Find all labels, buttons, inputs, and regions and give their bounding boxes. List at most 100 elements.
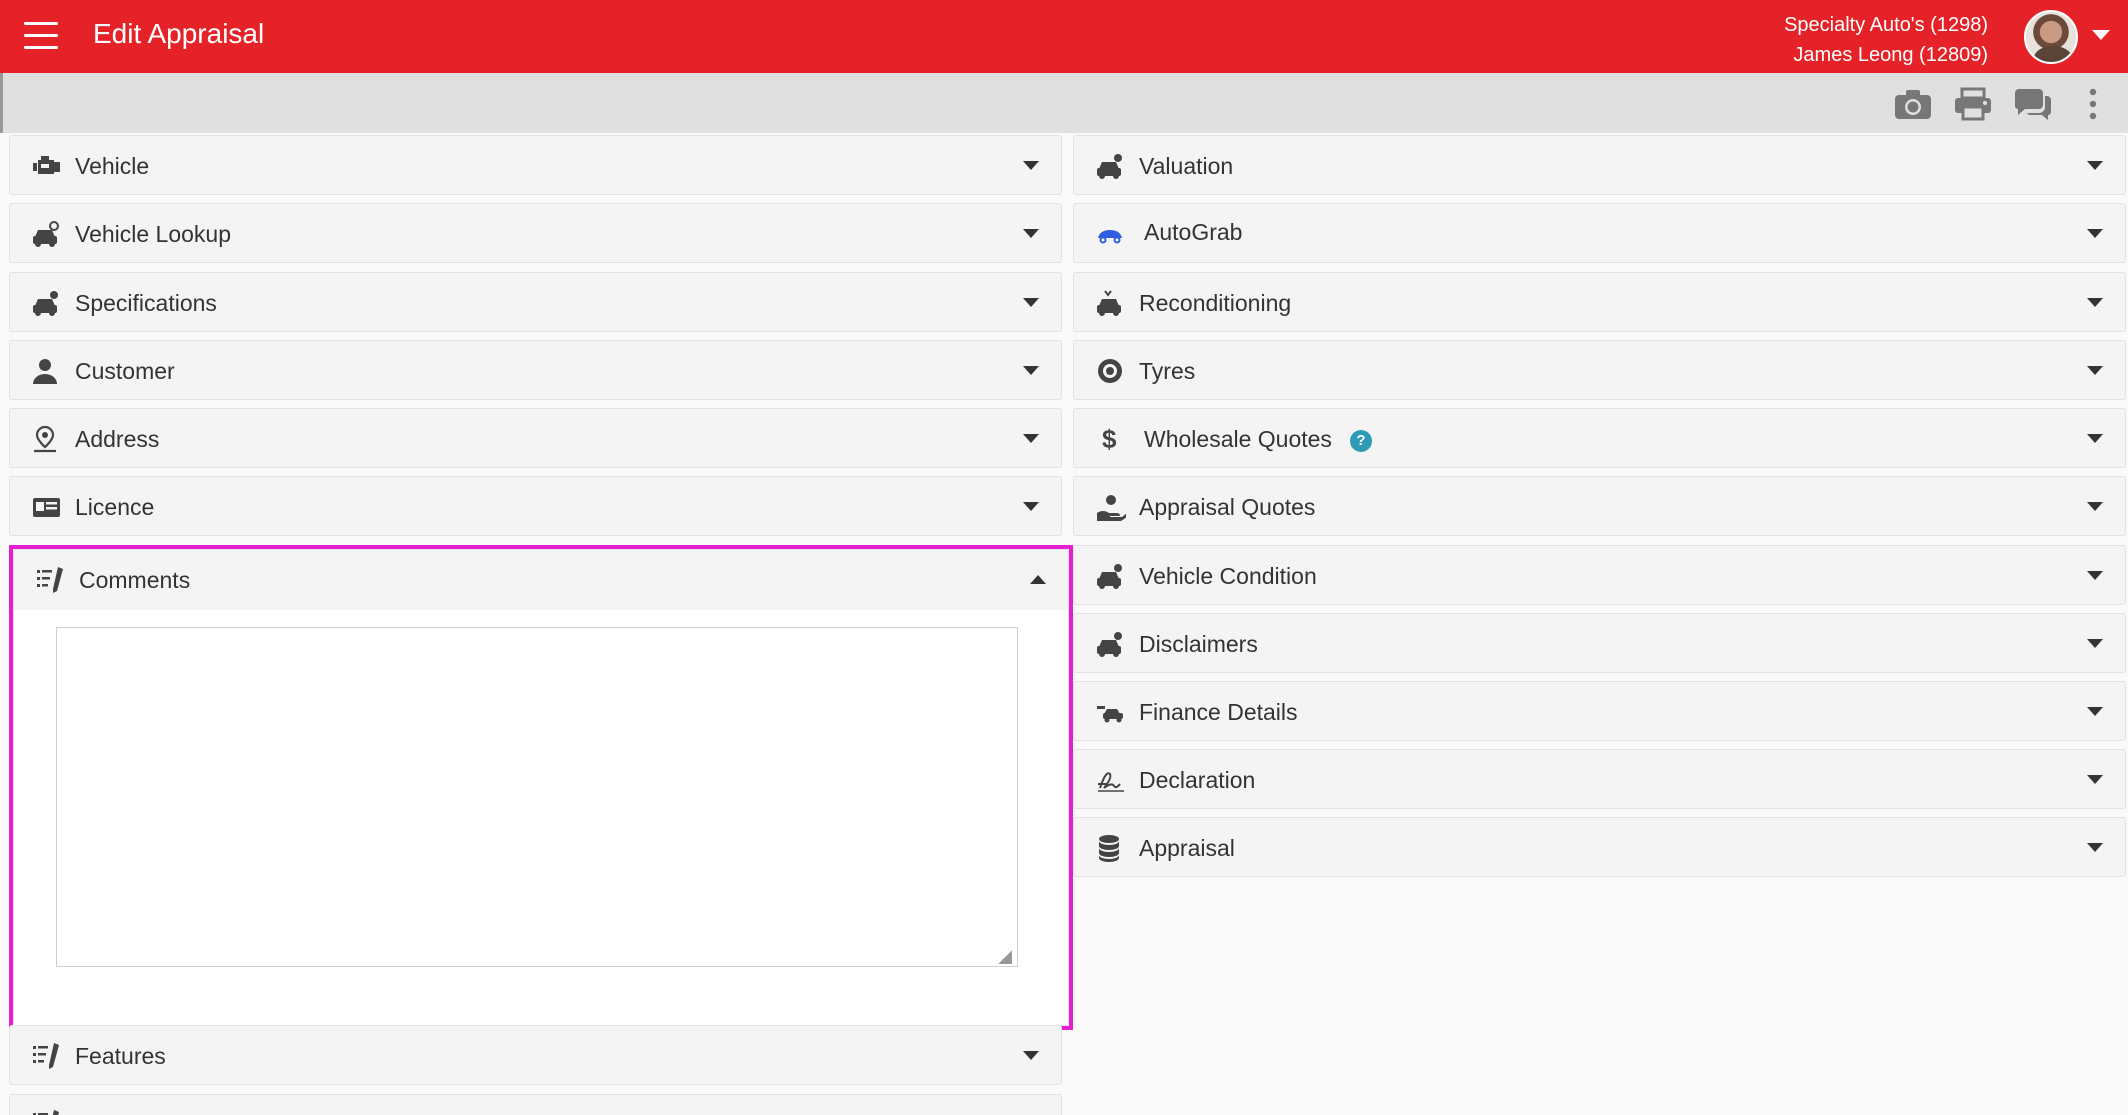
chevron-down-icon — [1023, 161, 1039, 170]
panel-header-vehicle-lookup[interactable]: Vehicle Lookup — [10, 204, 1061, 263]
chevron-down-icon — [2087, 843, 2103, 852]
panel-declaration: Declaration — [1073, 749, 2126, 809]
list-pen-icon — [32, 1109, 62, 1115]
panel-title: Appraisal Quotes — [1139, 494, 1316, 520]
panel-finance-details: Finance Details — [1073, 681, 2126, 741]
car-cog-icon — [32, 289, 62, 317]
panel-title: Declaration — [1139, 767, 1256, 793]
panel-title: Wholesale Quotes? — [1144, 426, 1372, 453]
chevron-down-icon — [2087, 161, 2103, 170]
car-cog-icon — [1096, 562, 1126, 590]
chevron-down-icon — [2087, 639, 2103, 648]
camera-icon[interactable] — [1893, 87, 1933, 121]
toolbar — [0, 73, 2128, 133]
resize-handle-icon[interactable] — [998, 950, 1012, 964]
chat-icon[interactable] — [2013, 87, 2053, 121]
panel-header-appraisal-quotes[interactable]: Appraisal Quotes — [1074, 477, 2125, 536]
panel-appraisal: Appraisal — [1073, 817, 2126, 877]
panel-header-tyres[interactable]: Tyres — [1074, 341, 2125, 400]
panel-title: Disclaimers — [1139, 631, 1258, 657]
page-title: Edit Appraisal — [93, 18, 265, 49]
list-pen-icon — [36, 566, 66, 594]
car-dollar-icon — [1096, 152, 1126, 180]
panel-header-customer[interactable]: Customer — [10, 341, 1061, 400]
car-money-icon — [1096, 698, 1126, 726]
panel-vehicle: Vehicle — [9, 135, 1062, 195]
chevron-down-icon — [1023, 1051, 1039, 1060]
panel-title: Specifications — [75, 290, 217, 316]
svg-text:$: $ — [1102, 425, 1117, 453]
panel-address: Address — [9, 408, 1062, 468]
menu-icon[interactable] — [24, 22, 58, 50]
app-bar: Edit Appraisal Specialty Auto's (1298) J… — [0, 0, 2128, 73]
signature-icon — [1096, 766, 1126, 794]
panel-title: Address — [75, 426, 160, 452]
car-wrench-icon — [1096, 289, 1126, 317]
panel-title: Finance Details — [1139, 699, 1298, 725]
panel-header-address[interactable]: Address — [10, 409, 1061, 468]
panel-autograb: AutoGrab — [1073, 203, 2126, 263]
comments-textarea[interactable] — [56, 627, 1018, 967]
chevron-down-icon — [2087, 502, 2103, 511]
panel-licence: Licence — [9, 476, 1062, 536]
panel-header-licence[interactable]: Licence — [10, 477, 1061, 536]
user-icon — [32, 357, 62, 385]
chevron-down-icon — [2087, 229, 2103, 238]
panel-header-declaration[interactable]: Declaration — [1074, 750, 2125, 809]
dollar-icon: $ — [1096, 424, 1126, 454]
panel-appraisal-quotes: Appraisal Quotes — [1073, 476, 2126, 536]
chevron-down-icon — [1023, 502, 1039, 511]
panel-title: Valuation — [1139, 153, 1234, 179]
engine-icon — [32, 152, 62, 180]
autograb-car-icon — [1096, 220, 1126, 248]
car-info-icon — [1096, 630, 1126, 658]
panel-title: Vehicle Condition — [1139, 563, 1317, 589]
chevron-up-icon — [1030, 575, 1046, 584]
hand-user-icon — [1096, 493, 1127, 521]
panel-specifications: Specifications — [9, 272, 1062, 332]
panel-header-disclaimers[interactable]: Disclaimers — [1074, 614, 2125, 673]
panel-wholesale-quotes: $ Wholesale Quotes? — [1073, 408, 2126, 468]
panel-header-comments[interactable]: Comments — [14, 550, 1068, 609]
panel-title: Reconditioning — [1139, 290, 1292, 316]
panel-header-specifications[interactable]: Specifications — [10, 273, 1061, 332]
help-icon[interactable]: ? — [1349, 430, 1372, 452]
panel-header-valuation[interactable]: Valuation — [1074, 136, 2125, 195]
panel-customer: Customer — [9, 340, 1062, 400]
print-icon[interactable] — [1953, 87, 1993, 121]
panel-tyres: Tyres — [1073, 340, 2126, 400]
panel-header-vehicle[interactable]: Vehicle — [10, 136, 1061, 195]
id-card-icon — [32, 493, 62, 521]
panel-header-autograb[interactable]: AutoGrab — [1074, 204, 2125, 263]
chevron-down-icon — [1023, 298, 1039, 307]
panel-comments: Comments — [9, 545, 1073, 1030]
chevron-down-icon — [2087, 571, 2103, 580]
panel-vehicle-lookup: Vehicle Lookup — [9, 203, 1062, 263]
more-vert-icon[interactable] — [2083, 87, 2103, 121]
chevron-down-icon — [2087, 298, 2103, 307]
chevron-down-icon — [1023, 366, 1039, 375]
database-icon — [1096, 834, 1126, 862]
chevron-down-icon — [1023, 229, 1039, 238]
avatar[interactable] — [2024, 10, 2078, 64]
panel-title: Customer — [75, 358, 175, 384]
panel-header-reconditioning[interactable]: Reconditioning — [1074, 273, 2125, 332]
panel-header-vehicle-condition[interactable]: Vehicle Condition — [1074, 546, 2125, 605]
panel-title: Vehicle — [75, 153, 150, 179]
list-pen-icon — [32, 1042, 62, 1070]
user-info: Specialty Auto's (1298) James Leong (128… — [1784, 10, 1988, 70]
chevron-down-icon — [2087, 434, 2103, 443]
panel-valuation: Valuation — [1073, 135, 2126, 195]
panel-header-features[interactable]: Features — [10, 1026, 1061, 1085]
car-search-icon — [32, 220, 62, 248]
panel-disclaimers: Disclaimers — [1073, 613, 2126, 673]
panel-header-wholesale-quotes[interactable]: $ Wholesale Quotes? — [1074, 409, 2125, 468]
panel-title: Comments — [79, 567, 191, 593]
wholesale-quotes-label: Wholesale Quotes — [1144, 426, 1332, 452]
panel-title: Licence — [75, 494, 155, 520]
dealer-name: Specialty Auto's (1298) — [1784, 14, 1988, 36]
panel-header-appraisal[interactable]: Appraisal — [1074, 818, 2125, 877]
user-menu-caret-icon[interactable] — [2092, 30, 2110, 40]
panel-title: Features — [75, 1043, 166, 1069]
panel-header-finance-details[interactable]: Finance Details — [1074, 682, 2125, 741]
